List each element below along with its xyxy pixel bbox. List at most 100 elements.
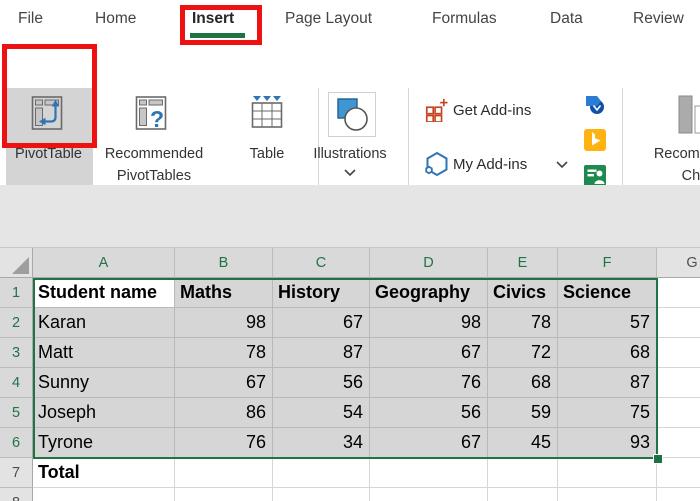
get-addins-icon [425, 98, 448, 122]
row-header-8[interactable]: 8 [0, 488, 33, 501]
cell-C3[interactable]: 87 [273, 338, 370, 368]
cell-E3[interactable]: 72 [488, 338, 558, 368]
recommended-pivottables-icon: ? [135, 96, 167, 132]
cell-D3[interactable]: 67 [370, 338, 488, 368]
cell-A7[interactable]: Total [33, 458, 175, 488]
select-all-corner[interactable] [0, 248, 33, 278]
ribbon: PivotTable ? Recommended PivotTables Tab… [0, 40, 700, 222]
worksheet-grid: ABCDEFG12345678Student nameMathsHistoryG… [0, 248, 700, 501]
column-header-C[interactable]: C [273, 248, 370, 278]
cell-A3[interactable]: Matt [33, 338, 175, 368]
tab-home[interactable]: Home [95, 10, 136, 28]
formula-bar: A1 ✕ ✓ fx Student name [0, 185, 700, 418]
cell-G3[interactable] [657, 338, 700, 368]
cell-C7[interactable] [273, 458, 370, 488]
cell-F1[interactable]: Science [558, 278, 657, 308]
illustrations-label: Illustrations [313, 146, 387, 162]
cell-A8[interactable] [33, 488, 175, 501]
cell-A5[interactable]: Joseph [33, 398, 175, 428]
cell-G8[interactable] [657, 488, 700, 501]
column-header-A[interactable]: A [33, 248, 175, 278]
cell-E8[interactable] [488, 488, 558, 501]
select-all-triangle-icon [12, 257, 29, 274]
tab-file[interactable]: File [18, 10, 43, 28]
visio-addin-icon[interactable] [584, 93, 606, 115]
cell-D5[interactable]: 56 [370, 398, 488, 428]
cell-C5[interactable]: 54 [273, 398, 370, 428]
cell-G5[interactable] [657, 398, 700, 428]
cell-B5[interactable]: 86 [175, 398, 273, 428]
recommended-pivottables-label-1: Recommended [104, 146, 204, 162]
cell-D7[interactable] [370, 458, 488, 488]
cell-E1[interactable]: Civics [488, 278, 558, 308]
cell-F2[interactable]: 57 [558, 308, 657, 338]
cell-C1[interactable]: History [273, 278, 370, 308]
cell-B1[interactable]: Maths [175, 278, 273, 308]
tab-page-layout[interactable]: Page Layout [285, 10, 372, 28]
row-header-3[interactable]: 3 [0, 338, 33, 368]
my-addins-label: My Add-ins [453, 156, 528, 173]
cell-B8[interactable] [175, 488, 273, 501]
column-header-E[interactable]: E [488, 248, 558, 278]
cell-G2[interactable] [657, 308, 700, 338]
tab-formulas[interactable]: Formulas [432, 10, 497, 28]
my-addins-icon [425, 151, 448, 177]
cell-C8[interactable] [273, 488, 370, 501]
cell-D6[interactable]: 67 [370, 428, 488, 458]
column-header-B[interactable]: B [175, 248, 273, 278]
column-header-D[interactable]: D [370, 248, 488, 278]
cell-E6[interactable]: 45 [488, 428, 558, 458]
cell-D4[interactable]: 76 [370, 368, 488, 398]
column-header-G[interactable]: G [657, 248, 700, 278]
cell-D2[interactable]: 98 [370, 308, 488, 338]
cell-D1[interactable]: Geography [370, 278, 488, 308]
cell-A6[interactable]: Tyrone [33, 428, 175, 458]
cell-C4[interactable]: 56 [273, 368, 370, 398]
chevron-down-icon [344, 169, 356, 176]
cell-E4[interactable]: 68 [488, 368, 558, 398]
tab-data[interactable]: Data [550, 10, 583, 28]
cell-F6[interactable]: 93 [558, 428, 657, 458]
cell-A2[interactable]: Karan [33, 308, 175, 338]
cell-G1[interactable] [657, 278, 700, 308]
bing-addin-icon[interactable] [584, 129, 606, 151]
cell-E5[interactable]: 59 [488, 398, 558, 428]
cell-B3[interactable]: 78 [175, 338, 273, 368]
people-graph-addin-icon[interactable] [584, 165, 606, 187]
cell-C6[interactable]: 34 [273, 428, 370, 458]
cell-G7[interactable] [657, 458, 700, 488]
get-addins-label: Get Add-ins [453, 102, 532, 119]
row-header-4[interactable]: 4 [0, 368, 33, 398]
recommended-charts-label-1: Recommended [653, 146, 700, 162]
table-label: Table [249, 146, 285, 162]
cell-G4[interactable] [657, 368, 700, 398]
row-header-5[interactable]: 5 [0, 398, 33, 428]
cell-E7[interactable] [488, 458, 558, 488]
cell-F4[interactable]: 87 [558, 368, 657, 398]
column-header-F[interactable]: F [558, 248, 657, 278]
recommended-pivottables-label-2: PivotTables [116, 168, 192, 184]
tab-insert[interactable]: Insert [192, 10, 234, 28]
cell-G6[interactable] [657, 428, 700, 458]
cell-C2[interactable]: 67 [273, 308, 370, 338]
tab-review[interactable]: Review [633, 10, 684, 28]
cell-F3[interactable]: 68 [558, 338, 657, 368]
cell-E2[interactable]: 78 [488, 308, 558, 338]
row-header-7[interactable]: 7 [0, 458, 33, 488]
cell-B2[interactable]: 98 [175, 308, 273, 338]
cell-B4[interactable]: 67 [175, 368, 273, 398]
cell-B6[interactable]: 76 [175, 428, 273, 458]
cell-A4[interactable]: Sunny [33, 368, 175, 398]
selection-fill-handle[interactable] [653, 454, 663, 464]
cell-B7[interactable] [175, 458, 273, 488]
cell-F5[interactable]: 75 [558, 398, 657, 428]
chevron-down-icon [556, 161, 568, 168]
row-header-2[interactable]: 2 [0, 308, 33, 338]
cell-D8[interactable] [370, 488, 488, 501]
cell-A1[interactable]: Student name [33, 278, 175, 308]
recommended-charts-label-2: Charts [681, 168, 700, 184]
cell-F7[interactable] [558, 458, 657, 488]
row-header-6[interactable]: 6 [0, 428, 33, 458]
row-header-1[interactable]: 1 [0, 278, 33, 308]
cell-F8[interactable] [558, 488, 657, 501]
